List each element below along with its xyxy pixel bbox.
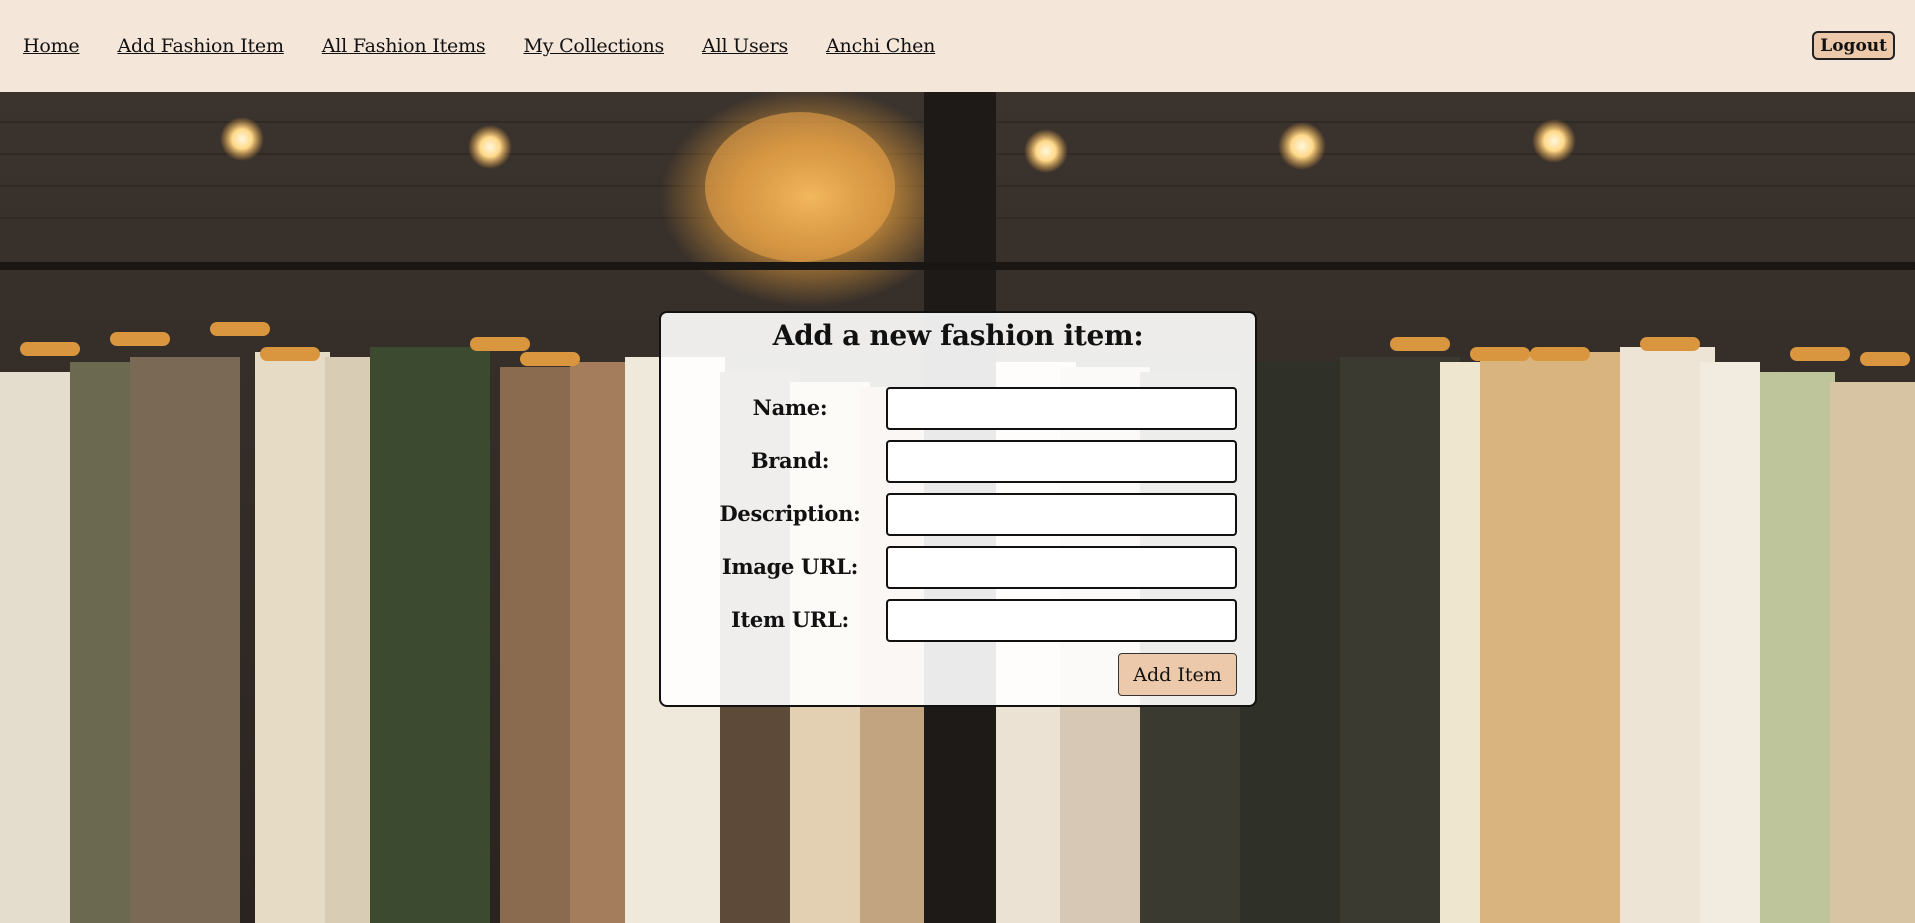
form-row-name: Name: (661, 387, 1255, 430)
brand-label: Brand: (750, 448, 830, 473)
image-url-label: Image URL: (721, 554, 859, 579)
item-url-label: Item URL: (731, 607, 849, 632)
description-label: Description: (719, 501, 861, 526)
form-row-item-url: Item URL: (661, 599, 1255, 642)
nav-links: Home Add Fashion Item All Fashion Items … (23, 35, 973, 57)
nav-link-user-profile[interactable]: Anchi Chen (826, 35, 935, 57)
description-input[interactable] (886, 493, 1237, 536)
form-row-brand: Brand: (661, 440, 1255, 483)
name-label: Name: (752, 395, 828, 420)
nav-link-home[interactable]: Home (23, 35, 80, 57)
nav-link-all-users[interactable]: All Users (702, 35, 788, 57)
add-item-form: Add a new fashion item: Name: Brand: Des… (659, 311, 1257, 707)
image-url-input[interactable] (886, 546, 1237, 589)
form-row-description: Description: (661, 493, 1255, 536)
name-input[interactable] (886, 387, 1237, 430)
brand-input[interactable] (886, 440, 1237, 483)
navbar: Home Add Fashion Item All Fashion Items … (0, 0, 1915, 92)
nav-link-my-collections[interactable]: My Collections (523, 35, 664, 57)
nav-link-add-fashion-item[interactable]: Add Fashion Item (117, 35, 283, 57)
form-title: Add a new fashion item: (772, 319, 1144, 352)
add-item-button[interactable]: Add Item (1118, 653, 1237, 696)
form-row-image-url: Image URL: (661, 546, 1255, 589)
logout-button[interactable]: Logout (1812, 31, 1895, 60)
nav-link-all-fashion-items[interactable]: All Fashion Items (322, 35, 486, 57)
item-url-input[interactable] (886, 599, 1237, 642)
